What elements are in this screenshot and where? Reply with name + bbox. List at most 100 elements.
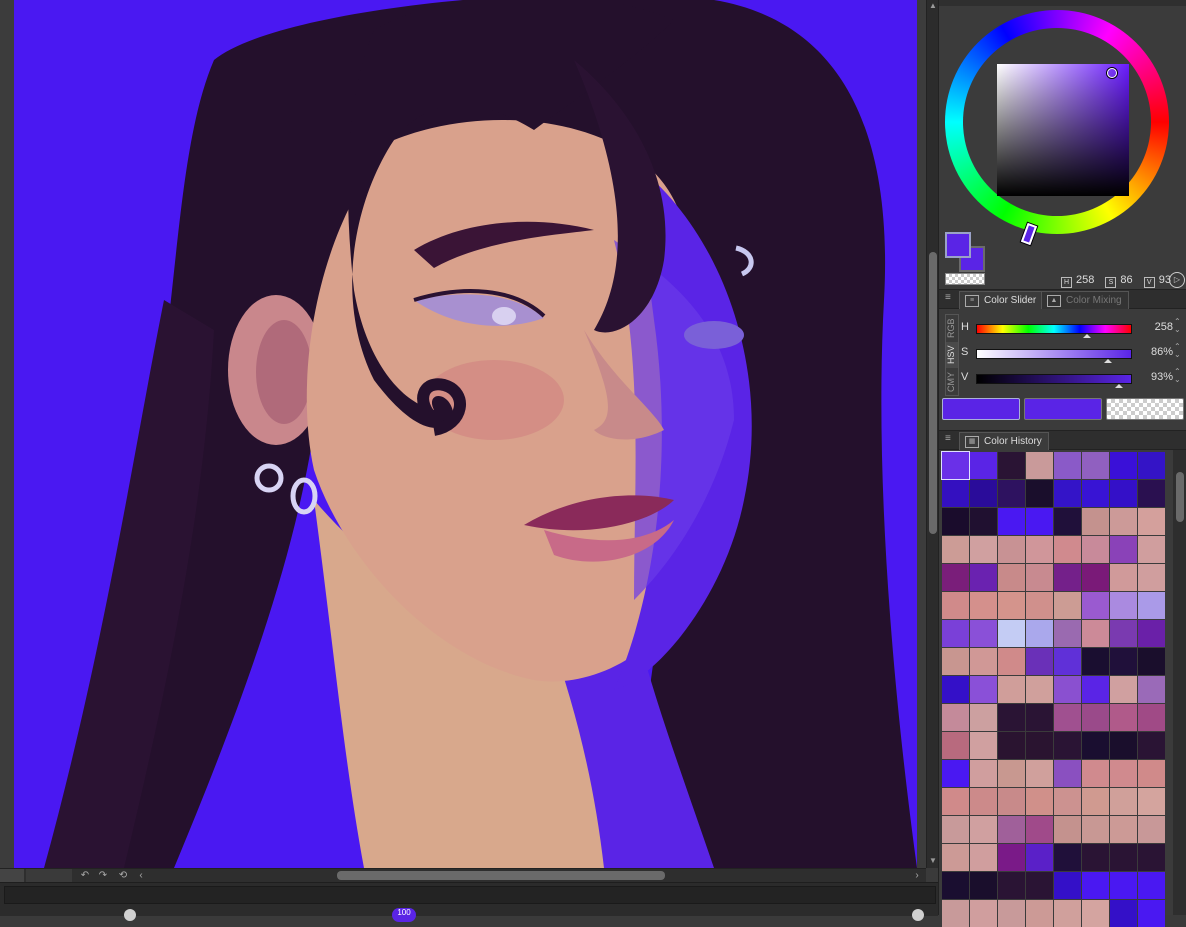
history-color-cell[interactable] (998, 536, 1025, 563)
history-color-cell[interactable] (942, 760, 969, 787)
canvas-area[interactable] (0, 0, 926, 868)
history-color-cell[interactable] (942, 872, 969, 899)
rotation-slider-knob[interactable] (912, 909, 924, 921)
history-color-cell[interactable] (1054, 676, 1081, 703)
panel-menu-icon[interactable]: ≡ (945, 292, 951, 303)
history-color-cell[interactable] (1026, 816, 1053, 843)
scroll-right-arrow-icon[interactable]: › (910, 869, 924, 883)
history-color-cell[interactable] (998, 760, 1025, 787)
value-slider-value[interactable]: 93% (1147, 371, 1173, 383)
history-color-cell[interactable] (1110, 620, 1137, 647)
history-color-cell[interactable] (1082, 872, 1109, 899)
tab-color-slider[interactable]: ≡ Color Slider (959, 291, 1044, 309)
history-color-cell[interactable] (942, 592, 969, 619)
history-color-cell[interactable] (1138, 704, 1165, 731)
history-color-cell[interactable] (1054, 648, 1081, 675)
reset-rotation-icon[interactable]: ⟲ (116, 869, 130, 883)
history-color-cell[interactable] (942, 536, 969, 563)
saturation-slider-value[interactable]: 86% (1147, 346, 1173, 358)
history-color-cell[interactable] (1138, 508, 1165, 535)
history-color-cell[interactable] (998, 592, 1025, 619)
history-scrollbar[interactable] (1173, 450, 1186, 915)
navigator-thumbnail-icon[interactable] (0, 869, 24, 883)
canvas-vscroll-thumb[interactable] (929, 252, 937, 534)
history-color-cell[interactable] (1026, 648, 1053, 675)
history-color-cell[interactable] (1026, 900, 1053, 927)
hue-stepper-icon[interactable]: ⌃ ⌄ (1174, 318, 1181, 334)
history-color-cell[interactable] (970, 536, 997, 563)
history-color-cell[interactable] (1082, 536, 1109, 563)
saturation-stepper-icon[interactable]: ⌃ ⌄ (1174, 343, 1181, 359)
rotate-left-icon[interactable]: ↶ (78, 869, 92, 883)
canvas-hscroll-thumb[interactable] (337, 871, 665, 880)
history-scroll-thumb[interactable] (1176, 472, 1184, 522)
history-color-cell[interactable] (998, 844, 1025, 871)
history-color-cell[interactable] (970, 480, 997, 507)
history-color-cell[interactable] (1054, 872, 1081, 899)
saturation-slider-caret[interactable] (1104, 359, 1113, 363)
saturation-value-square[interactable] (997, 64, 1129, 196)
history-color-cell[interactable] (1026, 676, 1053, 703)
history-color-cell[interactable] (1082, 480, 1109, 507)
history-color-cell[interactable] (1138, 676, 1165, 703)
history-color-cell[interactable] (1138, 592, 1165, 619)
history-color-cell[interactable] (1026, 760, 1053, 787)
history-color-cell[interactable] (1054, 620, 1081, 647)
history-color-cell[interactable] (1138, 760, 1165, 787)
history-color-cell[interactable] (1110, 508, 1137, 535)
history-color-cell[interactable] (1054, 508, 1081, 535)
history-color-cell[interactable] (998, 900, 1025, 927)
drawing-canvas[interactable] (14, 0, 917, 868)
history-color-cell[interactable] (1082, 816, 1109, 843)
history-color-cell[interactable] (1082, 676, 1109, 703)
history-color-cell[interactable] (1138, 564, 1165, 591)
history-color-cell[interactable] (1138, 480, 1165, 507)
scroll-left-arrow-icon[interactable]: ‹ (134, 869, 148, 883)
history-color-cell[interactable] (1082, 788, 1109, 815)
history-color-cell[interactable] (998, 704, 1025, 731)
main-color-swatch[interactable] (945, 232, 971, 258)
history-color-cell[interactable] (1082, 704, 1109, 731)
history-color-cell[interactable] (1026, 592, 1053, 619)
history-color-cell[interactable] (942, 564, 969, 591)
history-color-cell[interactable] (942, 508, 969, 535)
history-color-cell[interactable] (1082, 592, 1109, 619)
history-color-cell[interactable] (1082, 564, 1109, 591)
rotate-right-icon[interactable]: ↷ (96, 869, 110, 883)
history-color-cell[interactable] (1138, 620, 1165, 647)
mode-cmy[interactable]: CMY (946, 369, 958, 395)
history-color-cell[interactable] (998, 480, 1025, 507)
history-color-cell[interactable] (1054, 452, 1081, 479)
history-color-cell[interactable] (970, 732, 997, 759)
history-color-cell[interactable] (1138, 788, 1165, 815)
history-color-cell[interactable] (970, 648, 997, 675)
history-color-cell[interactable] (1054, 480, 1081, 507)
history-color-cell[interactable] (1082, 508, 1109, 535)
history-color-cell[interactable] (942, 816, 969, 843)
history-color-cell[interactable] (970, 900, 997, 927)
mode-hsv[interactable]: HSV (946, 342, 958, 368)
value-stepper-icon[interactable]: ⌃ ⌄ (1174, 368, 1181, 384)
canvas-preview-icon[interactable] (26, 869, 72, 883)
history-color-cell[interactable] (1138, 816, 1165, 843)
history-color-cell[interactable] (970, 676, 997, 703)
history-color-cell[interactable] (998, 564, 1025, 591)
history-color-cell[interactable] (1082, 452, 1109, 479)
history-color-cell[interactable] (1054, 536, 1081, 563)
history-color-cell[interactable] (1026, 844, 1053, 871)
value-slider-caret[interactable] (1115, 384, 1124, 388)
sv-cursor-icon[interactable] (1107, 68, 1117, 78)
tab-color-history[interactable]: ▦ Color History (959, 432, 1049, 450)
brush-size-indicator[interactable]: 100 (392, 908, 416, 922)
history-color-cell[interactable] (1110, 676, 1137, 703)
history-color-cell[interactable] (1138, 648, 1165, 675)
main-color-chip[interactable] (942, 398, 1020, 420)
history-color-cell[interactable] (1026, 480, 1053, 507)
history-color-cell[interactable] (998, 872, 1025, 899)
history-color-cell[interactable] (1054, 844, 1081, 871)
history-color-cell[interactable] (1110, 732, 1137, 759)
history-color-cell[interactable] (942, 620, 969, 647)
history-color-cell[interactable] (1026, 508, 1053, 535)
history-color-cell[interactable] (1026, 536, 1053, 563)
history-color-cell[interactable] (970, 760, 997, 787)
